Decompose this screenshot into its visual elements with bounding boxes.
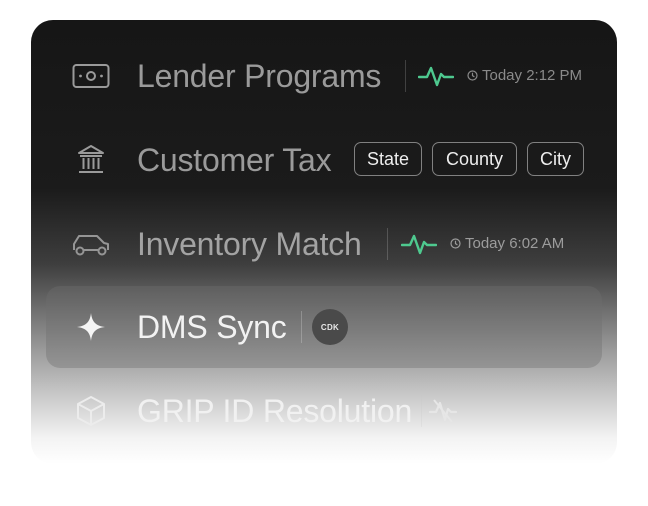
divider: [405, 60, 406, 92]
divider: [421, 395, 422, 427]
activity-off-icon: [428, 397, 458, 430]
row-label: GRIP ID Resolution: [137, 392, 413, 429]
last-sync-time: Today 6:02 AM: [450, 235, 564, 252]
car-icon: [69, 222, 113, 266]
row-label: Inventory Match: [137, 225, 362, 262]
time-text: Today 2:12 PM: [482, 67, 583, 84]
clock-icon: [467, 70, 478, 81]
sparkle-icon: [69, 305, 113, 349]
cdk-badge: CDK: [312, 309, 348, 345]
activity-pulse-icon: [417, 62, 455, 95]
row-grip-id-resolution[interactable]: GRIP ID Resolution: [31, 369, 617, 453]
divider: [301, 311, 302, 343]
row-label: Customer Tax: [137, 141, 332, 178]
row-dms-sync[interactable]: DMS Sync CDK: [31, 285, 617, 369]
divider: [387, 228, 388, 260]
tag-county: County: [432, 142, 517, 176]
activity-pulse-icon: [400, 230, 438, 263]
row-customer-tax[interactable]: Customer Tax State County City: [31, 118, 617, 202]
integrations-card: Lender Programs Today 2:12 PM Customer T…: [31, 20, 617, 464]
cube-icon: [69, 389, 113, 433]
time-text: Today 6:02 AM: [465, 235, 565, 252]
tag-city: City: [527, 142, 584, 176]
row-inventory-match[interactable]: Inventory Match Today 6:02 AM: [31, 202, 617, 286]
tag-state: State: [354, 142, 422, 176]
row-label: Lender Programs: [137, 57, 382, 94]
bank-icon: [69, 138, 113, 182]
clock-icon: [450, 238, 461, 249]
banknote-icon: [69, 54, 113, 98]
last-sync-time: Today 2:12 PM: [467, 67, 582, 84]
row-label: DMS Sync: [137, 308, 287, 345]
row-lender-programs[interactable]: Lender Programs Today 2:12 PM: [31, 34, 617, 118]
